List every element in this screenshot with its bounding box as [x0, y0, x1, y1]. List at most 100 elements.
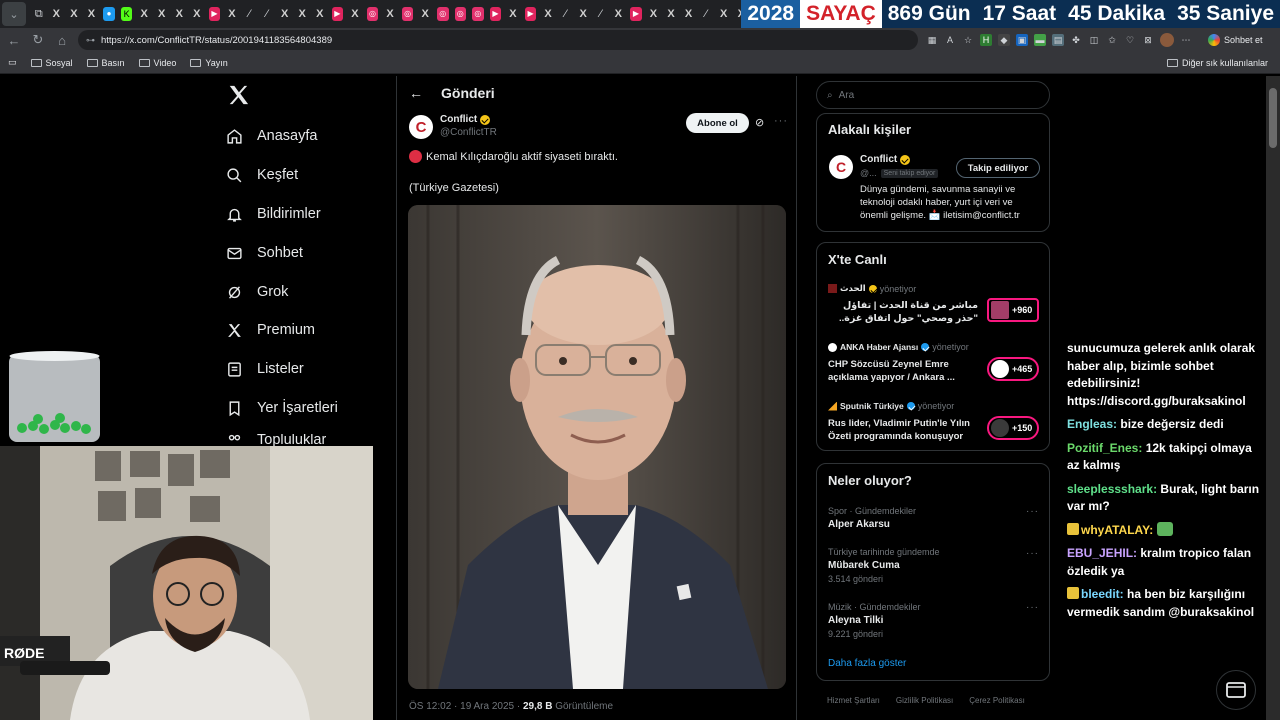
trend-item[interactable]: Spor · Gündemdekiler Alper Akarsu	[828, 506, 916, 531]
extension-icon[interactable]: H	[980, 34, 992, 46]
x-tab-icon[interactable]: X	[577, 7, 589, 21]
author-avatar[interactable]: C	[409, 115, 433, 139]
related-avatar[interactable]: C	[829, 155, 853, 179]
extension-icon[interactable]: ▤	[1052, 34, 1064, 46]
tab-icon[interactable]: ⁄	[700, 7, 712, 21]
youtube-tab-icon[interactable]: ▶	[331, 7, 344, 21]
trend-item[interactable]: Türkiye tarihinde gündemde Mübarek Cuma …	[828, 547, 940, 584]
x-tab-icon[interactable]: X	[138, 7, 150, 21]
x-tab-icon[interactable]: X	[156, 7, 168, 21]
bookmark-folder-yayin[interactable]: Yayın	[190, 58, 228, 68]
live-host[interactable]: Sputnik Türkiye yönetiyor	[828, 401, 954, 411]
nav-explore[interactable]: Keşfet	[226, 163, 298, 187]
more-menu-icon[interactable]: ⋯	[1180, 34, 1192, 46]
author-name[interactable]: Conflict	[440, 114, 491, 125]
following-button[interactable]: Takip ediliyor	[956, 158, 1040, 178]
nav-bookmarks[interactable]: Yer İşaretleri	[226, 396, 338, 420]
x-logo-icon[interactable]	[227, 84, 249, 106]
x-tab-icon[interactable]: X	[314, 7, 326, 21]
live-host-name[interactable]: ANKA Haber Ajansı	[840, 342, 918, 352]
subscribe-button[interactable]: Abone ol	[686, 113, 749, 133]
other-favorites-folder[interactable]: Diğer sık kullanılanlar	[1166, 58, 1268, 68]
sidebar-toggle-icon[interactable]: ▭	[8, 57, 17, 68]
footer-link[interactable]: Hizmet Şartları	[827, 696, 880, 705]
tab-icon[interactable]: ⁄	[244, 7, 256, 21]
back-arrow-icon[interactable]: ←	[409, 85, 423, 101]
extension-icon[interactable]: ▬	[1034, 34, 1046, 46]
youtube-tab-icon[interactable]: ▶	[489, 7, 502, 21]
read-aloud-icon[interactable]: A	[944, 34, 956, 46]
favorite-star-icon[interactable]: ☆	[962, 34, 974, 46]
x-tab-icon[interactable]: X	[279, 7, 291, 21]
x-tab-icon[interactable]: X	[613, 7, 625, 21]
live-host[interactable]: ANKA Haber Ajansı yönetiyor	[828, 342, 969, 352]
grok-explain-icon[interactable]: ⊘	[755, 116, 769, 130]
show-more-link[interactable]: Daha fazla göster	[828, 658, 906, 669]
copilot-chat-button[interactable]: Sohbet et	[1202, 31, 1269, 49]
more-options-icon[interactable]: ···	[1026, 506, 1039, 517]
x-tab-icon[interactable]: X	[665, 7, 677, 21]
favorites-icon[interactable]: ✩	[1106, 34, 1118, 46]
trend-name[interactable]: Mübarek Cuma	[828, 559, 940, 572]
x-tab-icon[interactable]: X	[419, 7, 431, 21]
x-tab-icon[interactable]: X	[718, 7, 730, 21]
live-title[interactable]: Rus lider, Vladimir Putin'le Yılın Özeti…	[828, 417, 978, 443]
live-listeners-pill[interactable]: +960	[987, 298, 1039, 322]
instagram-tab-icon[interactable]: ◎	[454, 7, 467, 21]
nav-notifications[interactable]: Bildirimler	[226, 202, 321, 226]
related-name[interactable]: Conflict	[860, 153, 911, 166]
page-scrollbar[interactable]	[1266, 76, 1280, 720]
youtube-tab-icon[interactable]: ▶	[524, 7, 537, 21]
author-handle[interactable]: @ConflictTR	[440, 127, 497, 138]
x-tab-icon[interactable]: X	[683, 7, 695, 21]
tab-icon[interactable]: ⁄	[560, 7, 572, 21]
bookmark-folder-video[interactable]: Video	[138, 58, 176, 68]
instagram-tab-icon[interactable]: ◎	[436, 7, 449, 21]
instagram-tab-icon[interactable]: ◎	[366, 7, 379, 21]
more-options-icon[interactable]: ···	[1026, 548, 1039, 559]
x-tab-icon[interactable]: X	[384, 7, 396, 21]
more-options-icon[interactable]: ···	[774, 115, 788, 127]
x-tab-icon[interactable]: X	[51, 7, 63, 21]
messages-fab[interactable]	[1216, 670, 1256, 710]
footer-link[interactable]: Çerez Politikası	[969, 696, 1025, 705]
nav-premium[interactable]: Premium	[226, 318, 315, 342]
back-arrow-icon[interactable]: ←	[4, 30, 24, 50]
x-tab-icon[interactable]: X	[191, 7, 203, 21]
live-title[interactable]: مباشر من قناة الحدث | تفاؤل "حذر وصحي" ح…	[828, 299, 978, 325]
url-text[interactable]: https://x.com/ConflictTR/status/20019411…	[101, 35, 332, 46]
live-title[interactable]: CHP Sözcüsü Zeynel Emre açıklama yapıyor…	[828, 358, 978, 384]
search-input[interactable]: ⌕ Ara	[816, 81, 1050, 109]
profile-avatar[interactable]	[1160, 33, 1174, 47]
instagram-tab-icon[interactable]: ◎	[401, 7, 414, 21]
author-name-text[interactable]: Conflict	[440, 114, 477, 125]
post-timestamp[interactable]: ÖS 12:02 · 19 Ara 2025 ·	[409, 701, 520, 712]
tab-icon[interactable]: ⁄	[261, 7, 273, 21]
live-listeners-pill[interactable]: +150	[987, 416, 1039, 440]
tab-icon[interactable]: ⧉	[33, 7, 45, 21]
x-tab-icon[interactable]: X	[174, 7, 186, 21]
x-tab-icon[interactable]: X	[226, 7, 238, 21]
address-bar[interactable]: ⊶ https://x.com/ConflictTR/status/200194…	[78, 30, 918, 50]
nav-grok[interactable]: Grok	[226, 280, 288, 304]
trend-item[interactable]: Müzik · Gündemdekiler Aleyna Tilki 9.221…	[828, 602, 921, 639]
screenshot-icon[interactable]: ⊠	[1142, 34, 1154, 46]
x-tab-icon[interactable]: X	[648, 7, 660, 21]
extension-icon[interactable]: ◆	[998, 34, 1010, 46]
x-tab-icon[interactable]: X	[86, 7, 98, 21]
scrollbar-thumb[interactable]	[1269, 88, 1277, 148]
x-tab-icon[interactable]: X	[542, 7, 554, 21]
live-host-name[interactable]: Sputnik Türkiye	[840, 401, 904, 411]
x-tab-icon[interactable]: X	[296, 7, 308, 21]
x-tab-icon[interactable]: X	[68, 7, 80, 21]
home-icon[interactable]: ⌂	[52, 30, 72, 50]
tab-icon[interactable]: ⁄	[595, 7, 607, 21]
kick-tab-icon[interactable]: K	[120, 7, 133, 21]
puzzle-icon[interactable]: ✤	[1070, 34, 1082, 46]
live-listeners-pill[interactable]: +465	[987, 357, 1039, 381]
nav-home[interactable]: Anasayfa	[226, 124, 317, 148]
post-image[interactable]	[408, 205, 786, 689]
nav-lists[interactable]: Listeler	[226, 357, 304, 381]
bookmark-folder-sosyal[interactable]: Sosyal	[30, 58, 73, 68]
trend-name[interactable]: Aleyna Tilki	[828, 614, 921, 627]
